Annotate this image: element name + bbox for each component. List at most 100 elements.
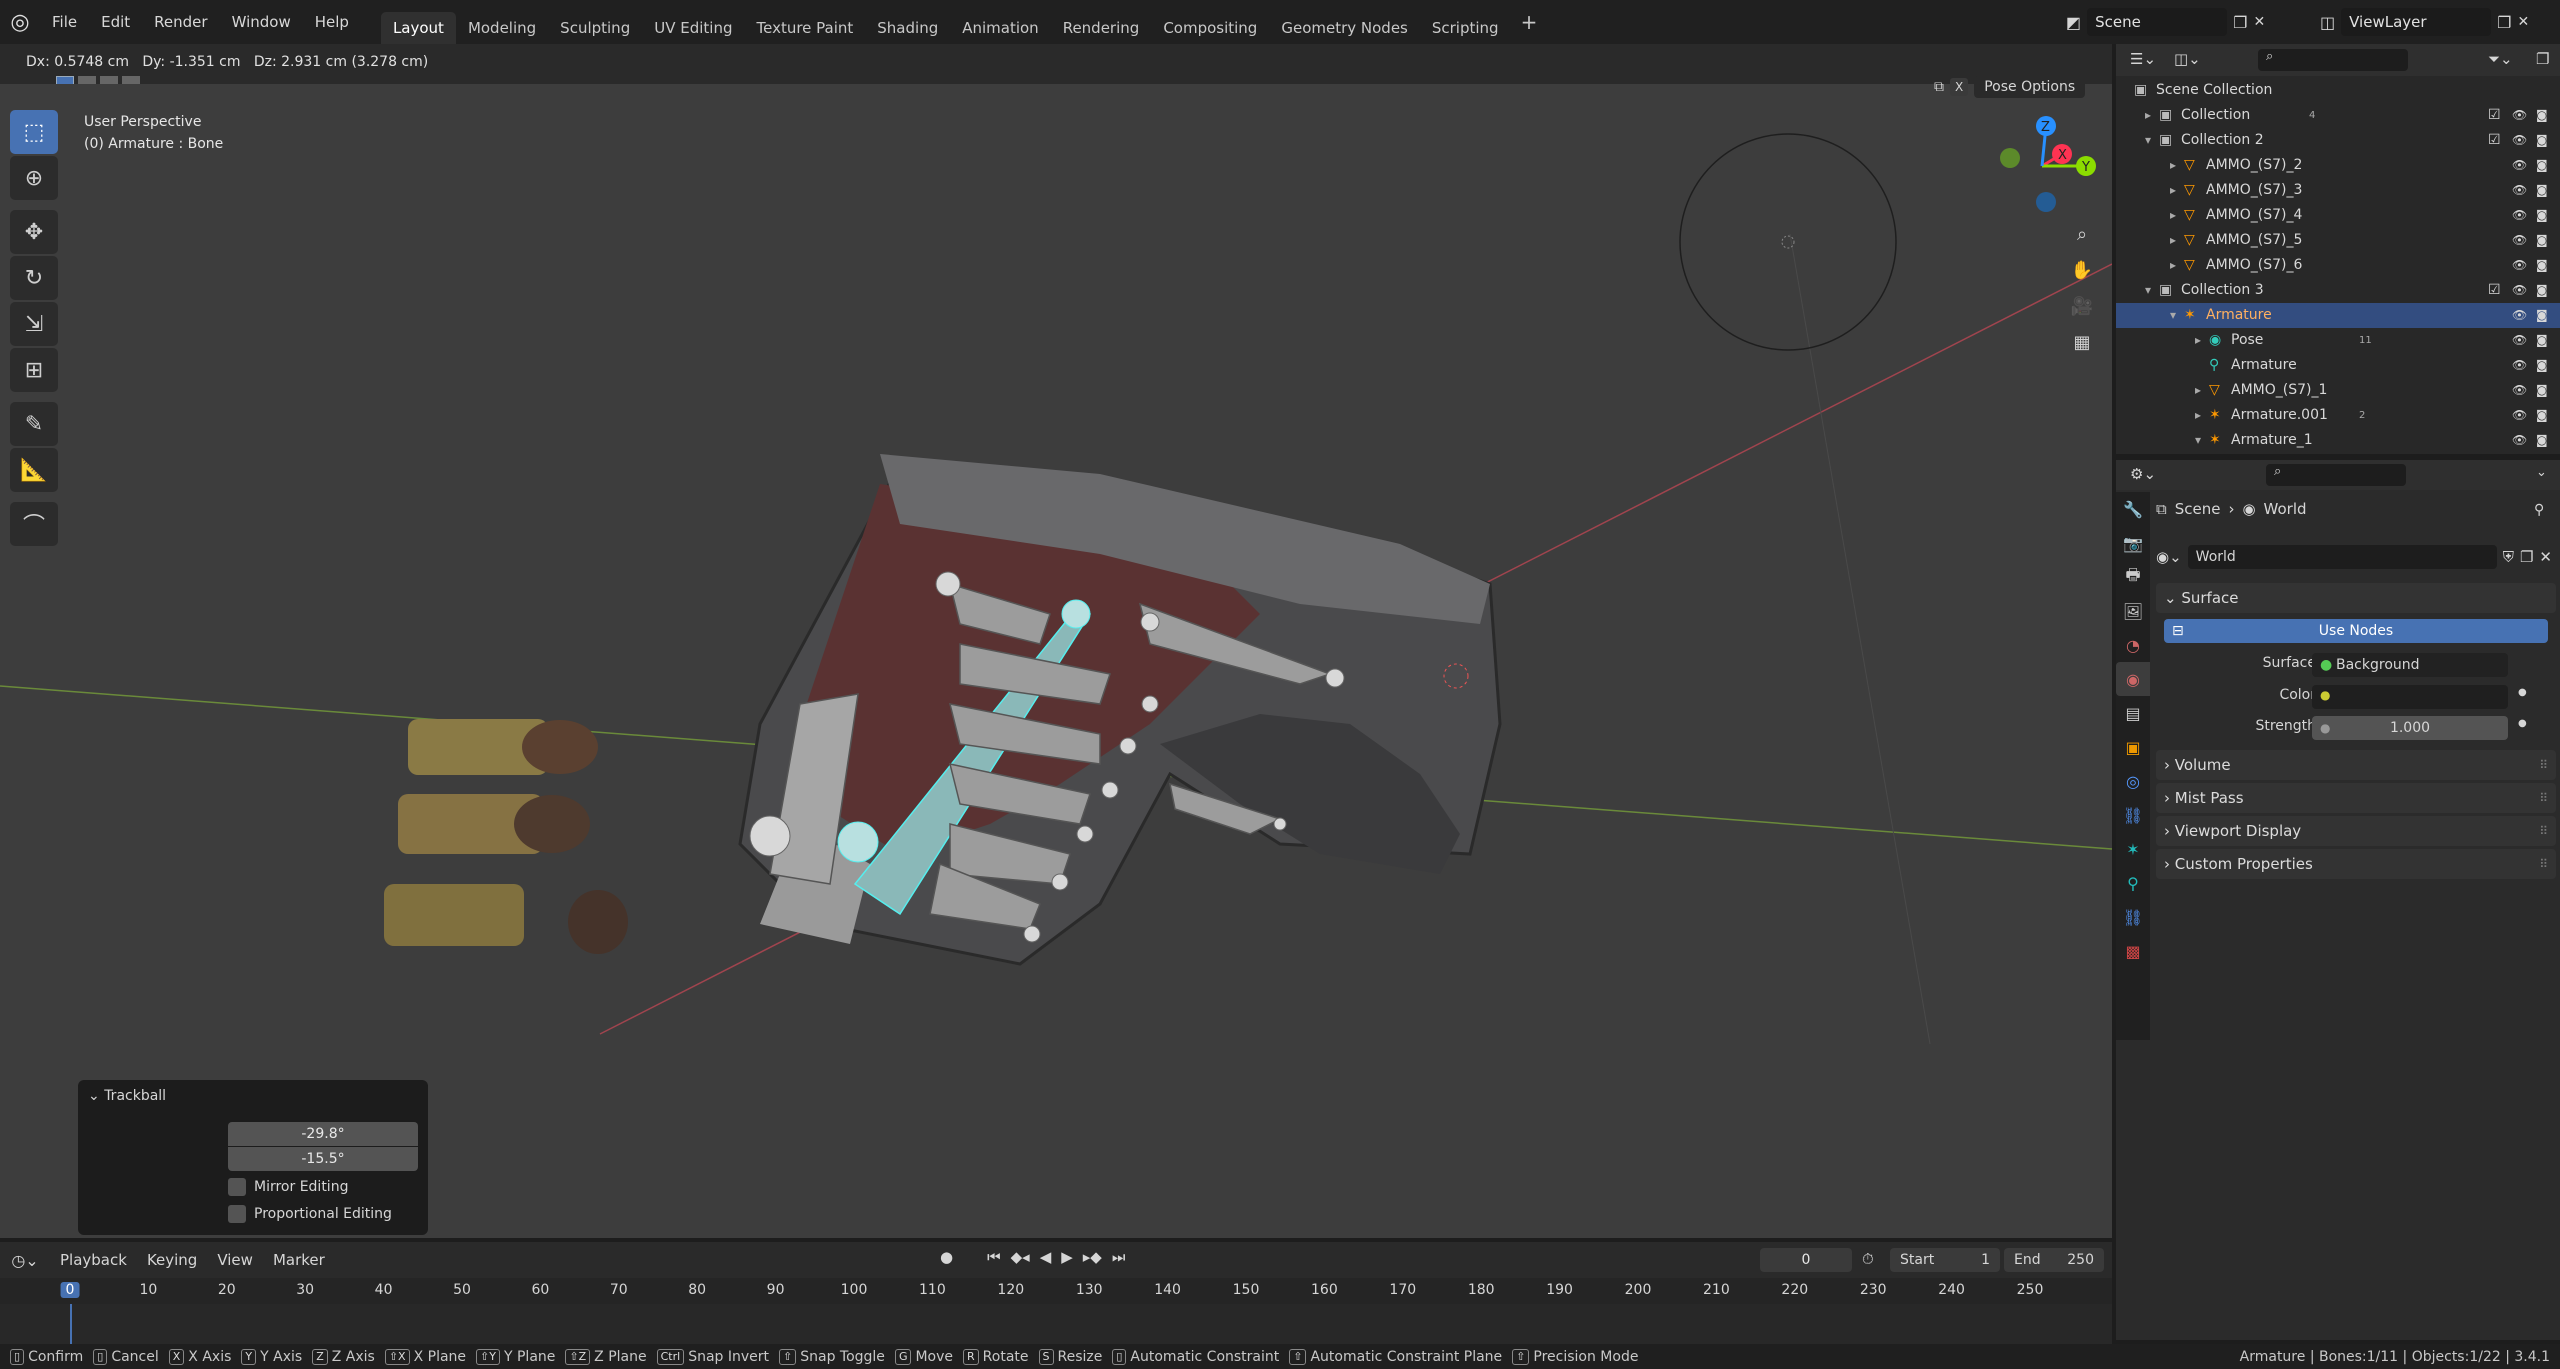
tab-modeling[interactable]: Modeling xyxy=(456,12,548,44)
outliner-row[interactable]: ▸ ▽ AMMO_(S7)_4 👁 ◙ xyxy=(2116,203,2560,228)
mirror-editing-checkbox[interactable]: Mirror Editing xyxy=(228,1178,348,1196)
expand-right-icon[interactable]: ▸ xyxy=(2170,153,2176,178)
visibility-eye-icon[interactable]: 👁 xyxy=(2512,178,2527,203)
end-frame-field[interactable]: End 250 xyxy=(2004,1248,2104,1272)
output-tab-icon[interactable]: 🖶 xyxy=(2116,560,2150,594)
fake-user-icon[interactable]: ⛨ xyxy=(2503,548,2514,566)
tool-tab-icon[interactable]: 🔧 xyxy=(2116,492,2150,526)
outliner-row[interactable]: ▸ ▽ AMMO_(S7)_6 👁 ◙ xyxy=(2116,253,2560,278)
tab-compositing[interactable]: Compositing xyxy=(1151,12,1269,44)
visibility-eye-icon[interactable]: 👁 xyxy=(2512,403,2527,428)
tab-uv-editing[interactable]: UV Editing xyxy=(642,12,744,44)
tab-animation[interactable]: Animation xyxy=(950,12,1050,44)
render-camera-icon[interactable]: ◙ xyxy=(2536,153,2548,178)
bone-constraint-tab-icon[interactable]: ⛓ xyxy=(2116,900,2150,934)
properties-options-chevron-icon[interactable]: ⌄ xyxy=(2536,465,2547,480)
render-camera-icon[interactable]: ◙ xyxy=(2536,303,2548,328)
surface-shader-field[interactable]: ● Background xyxy=(2312,653,2508,677)
drag-grip-icon[interactable]: ⠿ xyxy=(2539,816,2548,846)
view-layer-field[interactable]: ViewLayer xyxy=(2341,8,2492,36)
surface-panel-header[interactable]: ⌄ Surface xyxy=(2156,583,2556,613)
use-nodes-button[interactable]: ⊟ Use Nodes xyxy=(2164,619,2548,643)
world-tab-icon[interactable]: ◉ xyxy=(2116,662,2150,696)
scene-icon[interactable]: ◩ xyxy=(2066,13,2081,32)
texture-tab-icon[interactable]: ▩ xyxy=(2116,934,2150,968)
render-camera-icon[interactable]: ◙ xyxy=(2536,103,2548,128)
view-layer-new-icon[interactable]: ❐ xyxy=(2497,13,2511,32)
render-tab-icon[interactable]: 📷 xyxy=(2116,526,2150,560)
pose-options-dropdown[interactable]: Pose Options xyxy=(1974,76,2086,98)
3d-viewport[interactable] xyxy=(0,84,2112,1238)
outliner-row[interactable]: ▸ ▽ AMMO_(S7)_3 👁 ◙ xyxy=(2116,178,2560,203)
visibility-eye-icon[interactable]: 👁 xyxy=(2512,378,2527,403)
zoom-icon[interactable]: ⌕ xyxy=(2064,216,2100,252)
tab-shading[interactable]: Shading xyxy=(865,12,950,44)
menu-help[interactable]: Help xyxy=(303,0,361,44)
timeline-menu-playback[interactable]: Playback xyxy=(50,1251,137,1269)
object-tab-icon[interactable]: ▣ xyxy=(2116,730,2150,764)
expand-down-icon[interactable]: ▾ xyxy=(2195,428,2201,453)
render-camera-icon[interactable]: ◙ xyxy=(2536,378,2548,403)
start-frame-field[interactable]: Start 1 xyxy=(1890,1248,2000,1272)
scale-tool-icon[interactable]: ⇲ xyxy=(10,302,58,346)
view-layer-icon[interactable]: ◫ xyxy=(2320,13,2335,32)
menu-edit[interactable]: Edit xyxy=(89,0,142,44)
unlink-world-icon[interactable]: ✕ xyxy=(2539,548,2552,566)
render-camera-icon[interactable]: ◙ xyxy=(2536,403,2548,428)
timeline-menu-keying[interactable]: Keying xyxy=(137,1251,207,1269)
display-mode-icon[interactable]: ◫⌄ xyxy=(2174,50,2201,68)
expand-right-icon[interactable]: ▸ xyxy=(2170,203,2176,228)
editor-type-icon[interactable]: ◷⌄ xyxy=(0,1251,50,1270)
visibility-eye-icon[interactable]: 👁 xyxy=(2512,353,2527,378)
expand-down-icon[interactable]: ▾ xyxy=(2145,128,2151,153)
tab-geometry-nodes[interactable]: Geometry Nodes xyxy=(1269,12,1420,44)
outliner-row[interactable]: ▸ ▽ AMMO_(S7)_5 👁 ◙ xyxy=(2116,228,2560,253)
timeline-menu-marker[interactable]: Marker xyxy=(263,1251,335,1269)
expand-right-icon[interactable]: ▸ xyxy=(2195,403,2201,428)
visibility-eye-icon[interactable]: 👁 xyxy=(2512,253,2527,278)
visibility-eye-icon[interactable]: 👁 xyxy=(2512,128,2527,153)
exclude-checkbox-icon[interactable]: ☑ xyxy=(2488,128,2501,153)
expand-down-icon[interactable]: ▾ xyxy=(2170,303,2176,328)
angle-y-field[interactable]: -15.5° xyxy=(228,1147,418,1171)
menu-render[interactable]: Render xyxy=(142,0,219,44)
expand-right-icon[interactable]: ▸ xyxy=(2170,253,2176,278)
physics-tab-icon[interactable]: ◎ xyxy=(2116,764,2150,798)
outliner-row[interactable]: ▸ ◉ Pose 11 👁 ◙ xyxy=(2116,328,2560,353)
render-camera-icon[interactable]: ◙ xyxy=(2536,353,2548,378)
tab-scripting[interactable]: Scripting xyxy=(1420,12,1511,44)
record-keyframe-icon[interactable]: ● xyxy=(940,1248,953,1266)
visibility-eye-icon[interactable]: 👁 xyxy=(2512,203,2527,228)
outliner-row[interactable]: ▾ ▣ Collection 2 👁 ◙ ☑ xyxy=(2116,128,2560,153)
outliner-row[interactable]: ▾ ✶ Armature 👁 ◙ xyxy=(2116,303,2560,328)
world-name-field[interactable]: World xyxy=(2187,545,2497,569)
panel-volume[interactable]: › Volume ⠿ xyxy=(2156,750,2556,780)
collection-tab-icon[interactable]: ▤ xyxy=(2116,696,2150,730)
render-camera-icon[interactable]: ◙ xyxy=(2536,178,2548,203)
outliner-row[interactable]: ▣ Scene Collection xyxy=(2116,78,2560,103)
outliner-row[interactable]: ▸ ▣ Collection 4 👁 ◙ ☑ xyxy=(2116,103,2560,128)
play-reverse-icon[interactable]: ◀ xyxy=(1040,1248,1052,1266)
expand-down-icon[interactable]: ▾ xyxy=(2145,278,2151,303)
outliner-row[interactable]: ⚲ Armature 👁 ◙ xyxy=(2116,353,2560,378)
camera-view-icon[interactable]: 🎥 xyxy=(2064,288,2100,324)
blender-logo-icon[interactable]: ◎ xyxy=(0,0,40,44)
render-camera-icon[interactable]: ◙ xyxy=(2536,203,2548,228)
drag-grip-icon[interactable]: ⠿ xyxy=(2539,783,2548,813)
armature-data-tab-icon[interactable]: ✶ xyxy=(2116,832,2150,866)
bone-roll-tool-icon[interactable]: ⌒ xyxy=(10,502,58,546)
tab-texture-paint[interactable]: Texture Paint xyxy=(744,12,865,44)
outliner-row[interactable]: ▾ ✶ Armature_1 👁 ◙ xyxy=(2116,428,2560,453)
panel-custom-properties[interactable]: › Custom Properties ⠿ xyxy=(2156,849,2556,879)
expand-right-icon[interactable]: ▸ xyxy=(2170,178,2176,203)
render-camera-icon[interactable]: ◙ xyxy=(2536,428,2548,453)
timeline-ruler[interactable]: 0 10 20 30 40 50 60 70 80 90 100 110 120 130 140 150 160… xyxy=(0,1278,2112,1304)
next-keyframe-icon[interactable]: ▸◆ xyxy=(1083,1248,1102,1266)
scene-new-icon[interactable]: ❐ xyxy=(2233,13,2247,32)
outliner-row[interactable]: ▸ ▽ AMMO_(S7)_1 👁 ◙ xyxy=(2116,378,2560,403)
pin-icon[interactable]: ⚲ xyxy=(2534,502,2544,518)
view-layer-tab-icon[interactable]: 🖼 xyxy=(2116,594,2150,628)
menu-file[interactable]: File xyxy=(40,0,89,44)
world-color-swatch[interactable]: ● xyxy=(2312,685,2508,709)
expand-right-icon[interactable]: ▸ xyxy=(2170,228,2176,253)
